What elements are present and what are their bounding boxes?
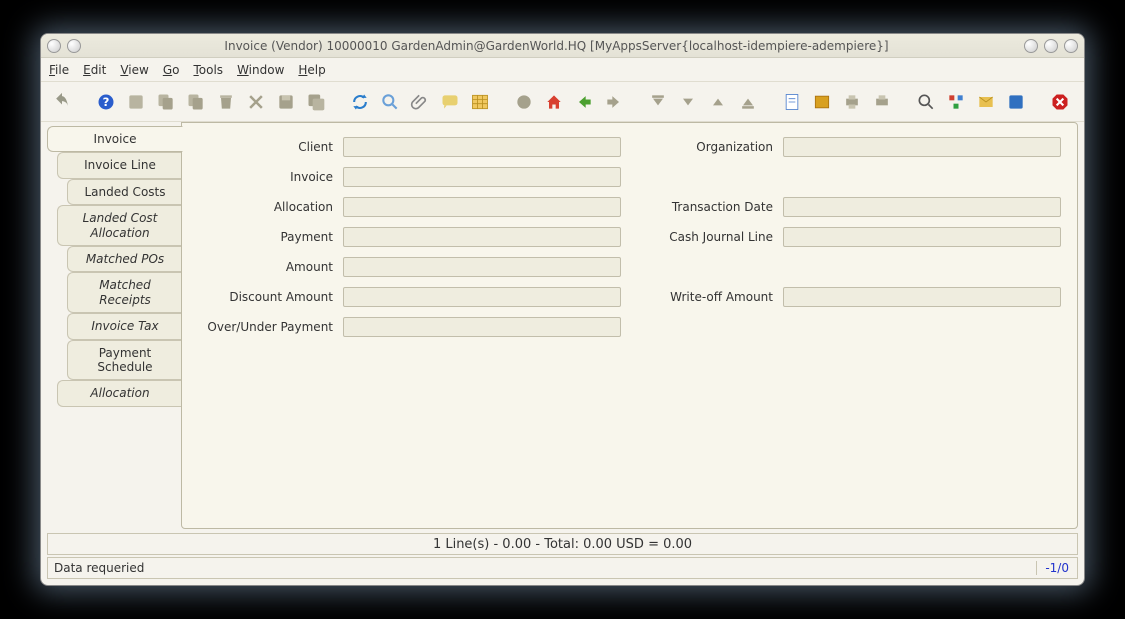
menubar: File Edit View Go Tools Window Help [41, 58, 1084, 82]
help-icon[interactable]: ? [93, 89, 119, 115]
forward-icon[interactable] [601, 89, 627, 115]
tab-landed-costs[interactable]: Landed Costs [67, 179, 182, 205]
payment-label: Payment [192, 230, 337, 244]
print-preview-icon[interactable] [869, 89, 895, 115]
menu-help[interactable]: Help [298, 63, 325, 77]
tab-allocation[interactable]: Allocation [57, 380, 182, 406]
save-icon[interactable] [273, 89, 299, 115]
last-record-icon[interactable] [735, 89, 761, 115]
writeoff-amount-label: Write-off Amount [627, 290, 777, 304]
delete-selection-icon[interactable] [243, 89, 269, 115]
next-record-icon[interactable] [705, 89, 731, 115]
chat-icon[interactable] [437, 89, 463, 115]
zoom-across-icon[interactable] [913, 89, 939, 115]
window-title: Invoice (Vendor) 10000010 GardenAdmin@Ga… [89, 39, 1024, 53]
cash-journal-label: Cash Journal Line [627, 230, 777, 244]
minimize-button[interactable] [1024, 39, 1038, 53]
overunder-field[interactable] [343, 317, 621, 337]
menu-view[interactable]: View [120, 63, 148, 77]
status-record-count: -1/0 [1036, 561, 1077, 575]
cash-journal-field[interactable] [783, 227, 1061, 247]
application-window: Invoice (Vendor) 10000010 GardenAdmin@Ga… [40, 33, 1085, 586]
allocation-label: Allocation [192, 200, 337, 214]
allocation-field[interactable] [343, 197, 621, 217]
client-field[interactable] [343, 137, 621, 157]
grid-toggle-icon[interactable] [467, 89, 493, 115]
workflow-icon[interactable] [943, 89, 969, 115]
tab-matched-receipts[interactable]: Matched Receipts [67, 272, 182, 313]
overunder-label: Over/Under Payment [192, 320, 337, 334]
organization-label: Organization [627, 140, 777, 154]
titlebar: Invoice (Vendor) 10000010 GardenAdmin@Ga… [41, 34, 1084, 58]
product-info-icon[interactable] [1003, 89, 1029, 115]
window-sticky-icon[interactable] [67, 39, 81, 53]
new-record-icon[interactable] [123, 89, 149, 115]
request-icon[interactable] [973, 89, 999, 115]
status-bar: Data requeried -1/0 [47, 557, 1078, 579]
status-message: Data requeried [48, 561, 1036, 575]
invoice-label: Invoice [192, 170, 337, 184]
menu-tools[interactable]: Tools [193, 63, 223, 77]
tab-landed-cost-allocation[interactable]: Landed Cost Allocation [57, 205, 182, 246]
maximize-button[interactable] [1044, 39, 1058, 53]
refresh-icon[interactable] [347, 89, 373, 115]
undo-icon[interactable] [49, 89, 75, 115]
menu-file[interactable]: File [49, 63, 69, 77]
home-icon[interactable] [541, 89, 567, 115]
back-icon[interactable] [571, 89, 597, 115]
archive-icon[interactable] [809, 89, 835, 115]
menu-go[interactable]: Go [163, 63, 180, 77]
transaction-date-label: Transaction Date [627, 200, 777, 214]
print-icon[interactable] [839, 89, 865, 115]
menu-edit[interactable]: Edit [83, 63, 106, 77]
discount-amount-label: Discount Amount [192, 290, 337, 304]
toolbar: ? [41, 82, 1084, 122]
tab-invoice-line[interactable]: Invoice Line [57, 152, 182, 178]
save-create-icon[interactable] [303, 89, 329, 115]
tab-payment-schedule[interactable]: Payment Schedule [67, 340, 182, 381]
tab-column: Invoice Invoice Line Landed Costs Landed… [47, 122, 182, 529]
writeoff-amount-field[interactable] [783, 287, 1061, 307]
copy-details-icon[interactable] [183, 89, 209, 115]
tab-matched-pos[interactable]: Matched POs [67, 246, 182, 272]
content-area: Invoice Invoice Line Landed Costs Landed… [41, 122, 1084, 529]
history-globe-icon[interactable] [511, 89, 537, 115]
svg-text:?: ? [103, 95, 110, 109]
lookup-record-icon[interactable] [377, 89, 403, 115]
totals-bar: 1 Line(s) - 0.00 - Total: 0.00 USD = 0.0… [47, 533, 1078, 555]
previous-record-icon[interactable] [675, 89, 701, 115]
discount-amount-field[interactable] [343, 287, 621, 307]
payment-field[interactable] [343, 227, 621, 247]
end-window-icon[interactable] [1047, 89, 1073, 115]
attachment-icon[interactable] [407, 89, 433, 115]
menu-window[interactable]: Window [237, 63, 284, 77]
report-icon[interactable] [779, 89, 805, 115]
form-panel: Client Organization Invoice Allocation T… [181, 122, 1078, 529]
client-label: Client [192, 140, 337, 154]
transaction-date-field[interactable] [783, 197, 1061, 217]
amount-label: Amount [192, 260, 337, 274]
copy-record-icon[interactable] [153, 89, 179, 115]
tab-invoice-tax[interactable]: Invoice Tax [67, 313, 182, 339]
amount-field[interactable] [343, 257, 621, 277]
window-menu-icon[interactable] [47, 39, 61, 53]
tab-invoice[interactable]: Invoice [47, 126, 183, 152]
close-button[interactable] [1064, 39, 1078, 53]
first-record-icon[interactable] [645, 89, 671, 115]
invoice-field[interactable] [343, 167, 621, 187]
organization-field[interactable] [783, 137, 1061, 157]
delete-record-icon[interactable] [213, 89, 239, 115]
totals-text: 1 Line(s) - 0.00 - Total: 0.00 USD = 0.0… [433, 537, 692, 552]
